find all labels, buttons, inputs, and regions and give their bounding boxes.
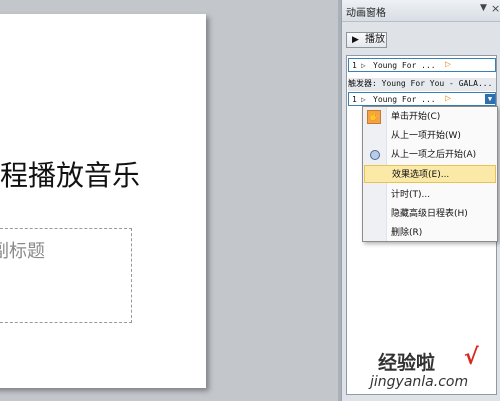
chevron-down-icon[interactable]: ▼: [485, 94, 495, 104]
menu-item-label: 隐藏高级日程表(H): [391, 209, 468, 219]
checkmark-icon: √: [464, 345, 479, 370]
play-icon: ▶: [352, 35, 359, 45]
slide-canvas[interactable]: 程播放音乐 副标题: [0, 14, 206, 388]
menu-item-start-after-previous[interactable]: 从上一项之后开始(A): [364, 146, 496, 164]
animation-item-number: 1: [352, 61, 357, 70]
menu-item-label: 计时(T)...: [391, 190, 431, 200]
menu-item-start-with-previous[interactable]: 从上一项开始(W): [364, 127, 496, 145]
menu-item-label: 单击开始(C): [391, 112, 441, 122]
slide-editing-area: 程播放音乐 副标题: [0, 0, 338, 401]
subtitle-placeholder-text: 副标题: [0, 241, 45, 262]
mouse-click-icon: ▷: [361, 61, 366, 70]
menu-item-label: 删除(R): [391, 228, 423, 238]
play-button-label: 播放: [365, 34, 385, 45]
watermark: 经验啦 √ jingyanla.com: [350, 343, 495, 399]
animation-item-name: Young For ...: [373, 95, 436, 104]
menu-item-label: 效果选项(E)...: [392, 170, 450, 180]
subtitle-placeholder-box[interactable]: 副标题: [0, 228, 132, 323]
animation-pane-title: 动画窗格: [346, 8, 386, 19]
watermark-url: jingyanla.com: [370, 374, 469, 390]
mouse-click-icon: ▷: [361, 95, 366, 104]
menu-item-start-on-click[interactable]: ✋ 单击开始(C): [364, 108, 496, 126]
clock-icon: [370, 150, 380, 160]
mouse-click-icon: ✋: [367, 110, 381, 124]
play-button[interactable]: ▶ 播放: [346, 32, 387, 48]
animation-item-selected[interactable]: 1 ▷ Young For ... ▷ ▼: [348, 92, 496, 106]
media-timing-icon: ▷: [445, 93, 452, 104]
trigger-label: 触发器: Young For You - GALA...: [348, 78, 496, 91]
animation-item[interactable]: 1 ▷ Young For ... ▷: [348, 58, 496, 72]
menu-item-remove[interactable]: 删除(R): [364, 224, 496, 242]
animation-item-name: Young For ...: [373, 61, 436, 70]
menu-item-effect-options[interactable]: 效果选项(E)...: [364, 165, 496, 183]
animation-context-menu: ✋ 单击开始(C) 从上一项开始(W) 从上一项之后开始(A) 效果选项(E).…: [362, 106, 498, 242]
close-icon[interactable]: ×: [491, 2, 500, 15]
menu-item-label: 从上一项之后开始(A): [391, 150, 477, 160]
menu-item-timing[interactable]: 计时(T)...: [364, 186, 496, 204]
menu-item-hide-advanced-timeline[interactable]: 隐藏高级日程表(H): [364, 205, 496, 223]
animation-item-number: 1: [352, 95, 357, 104]
media-timing-icon: ▷: [445, 59, 452, 70]
menu-item-label: 从上一项开始(W): [391, 131, 461, 141]
chevron-down-icon[interactable]: ▼: [480, 3, 487, 13]
slide-title[interactable]: 程播放音乐: [0, 154, 206, 194]
animation-pane-header: 动画窗格 ▼ ×: [342, 0, 500, 22]
watermark-title: 经验啦: [378, 352, 436, 374]
